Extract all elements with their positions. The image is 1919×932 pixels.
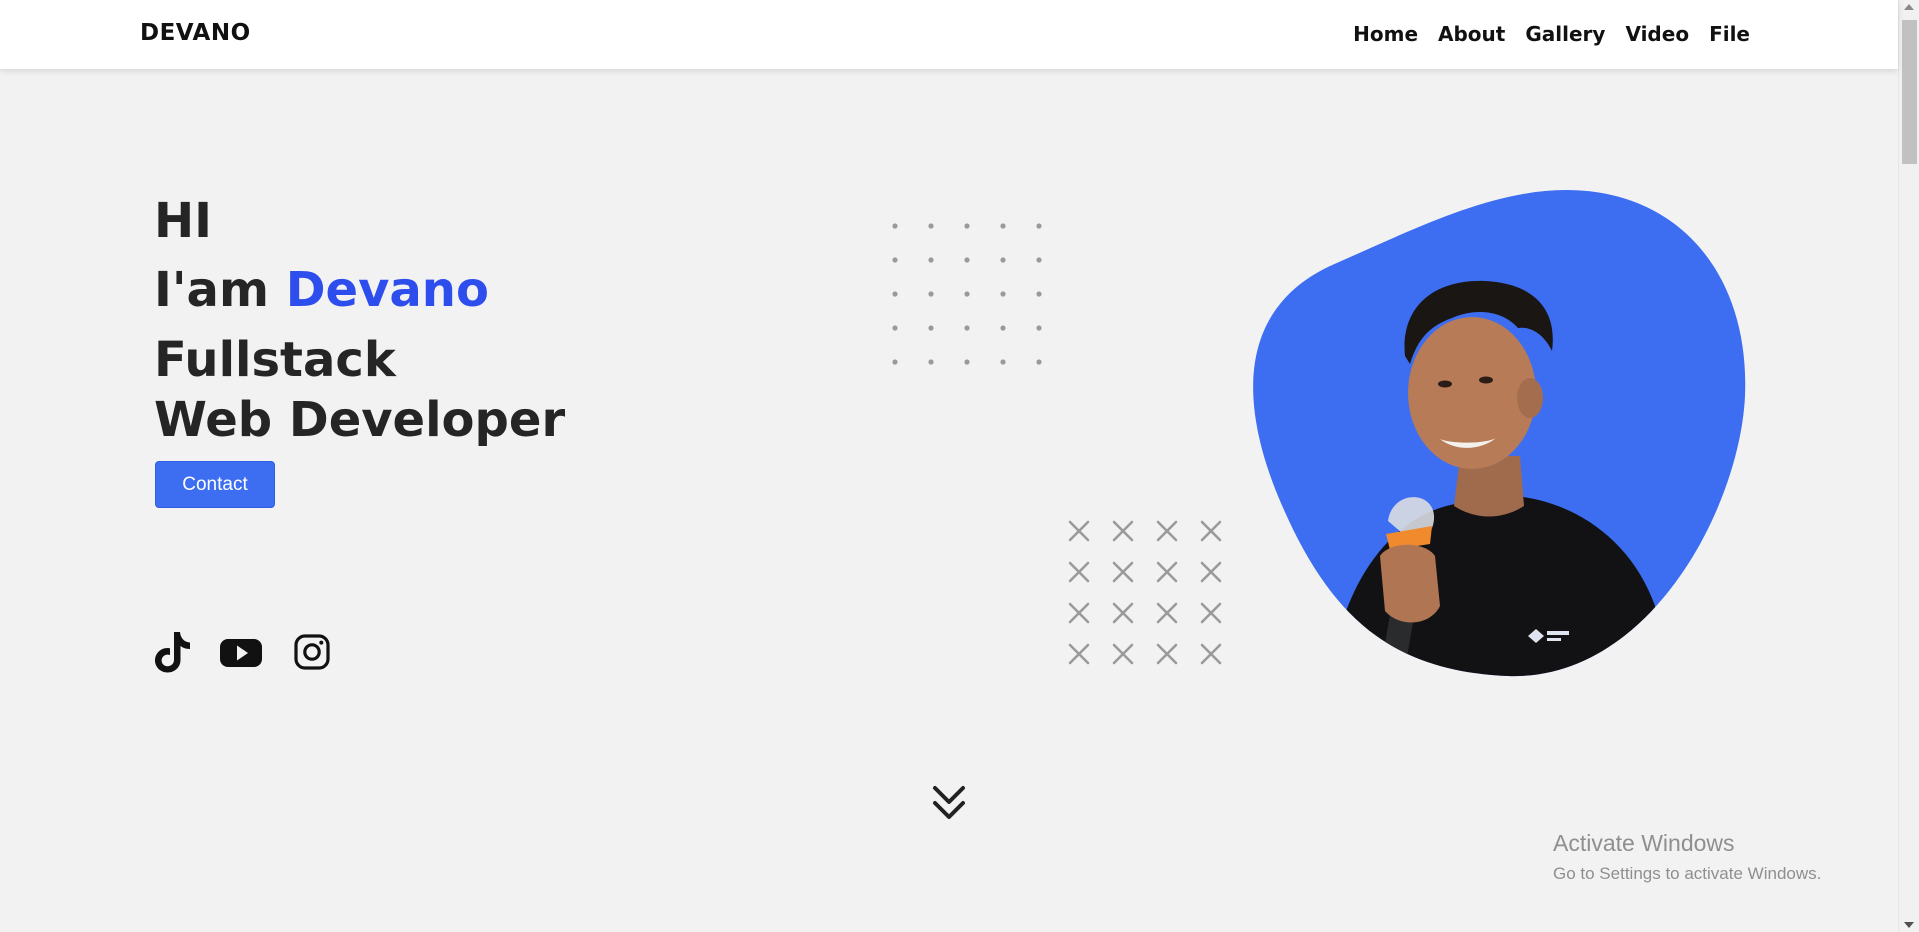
watermark-subtitle: Go to Settings to activate Windows. — [1553, 864, 1822, 883]
instagram-icon[interactable] — [293, 630, 331, 678]
contact-button[interactable]: Contact — [155, 461, 275, 508]
hero-intro: I'am Devano — [154, 262, 489, 318]
scrollbar-thumb[interactable] — [1902, 20, 1917, 164]
brand-logo[interactable]: DEVANO — [140, 20, 251, 46]
hero-greeting: HI — [154, 193, 213, 249]
nav-link-video[interactable]: Video — [1625, 22, 1689, 46]
windows-activation-watermark: Activate Windows Go to Settings to activ… — [1553, 830, 1821, 884]
dot-grid-decoration — [892, 223, 1042, 365]
scroll-up-arrow-icon[interactable] — [1904, 4, 1914, 10]
nav-link-home[interactable]: Home — [1353, 22, 1418, 46]
youtube-icon[interactable] — [219, 630, 263, 678]
hero-role-line1: Fullstack — [154, 332, 396, 388]
hero-role-line2: Web Developer — [154, 392, 566, 448]
nav-link-about[interactable]: About — [1438, 22, 1505, 46]
watermark-title: Activate Windows — [1553, 830, 1735, 856]
scroll-down-arrow-icon[interactable] — [1904, 922, 1914, 928]
scroll-down-chevron-icon[interactable] — [931, 783, 967, 823]
tiktok-icon[interactable] — [152, 630, 192, 678]
cross-grid-decoration — [1068, 520, 1222, 665]
hero-intro-prefix: I'am — [154, 262, 269, 318]
page-scrollbar[interactable] — [1898, 0, 1919, 932]
nav-links: Home About Gallery Video File — [1353, 22, 1750, 46]
hero-name: Devano — [285, 262, 489, 318]
nav-link-gallery[interactable]: Gallery — [1525, 22, 1605, 46]
navbar: DEVANO Home About Gallery Video File — [0, 0, 1898, 69]
profile-blob-image — [1253, 190, 1746, 677]
nav-link-file[interactable]: File — [1709, 22, 1750, 46]
